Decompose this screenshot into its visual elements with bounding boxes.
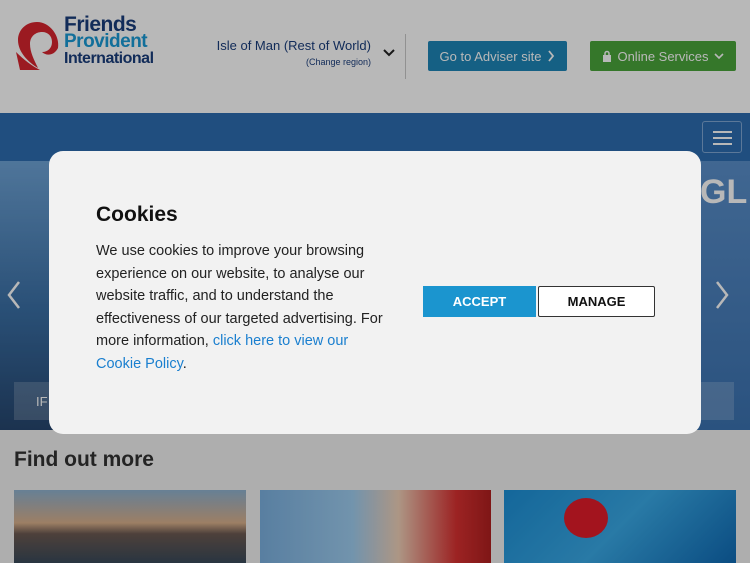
cookie-body-end: . xyxy=(182,355,187,372)
manage-cookies-button[interactable]: MANAGE xyxy=(538,286,655,317)
accept-cookies-button[interactable]: ACCEPT xyxy=(423,286,536,317)
cookie-dialog-text: We use cookies to improve your browsing … xyxy=(96,240,396,375)
cookie-consent-dialog: Cookies We use cookies to improve your b… xyxy=(49,151,701,434)
cookie-dialog-title: Cookies xyxy=(96,203,178,226)
